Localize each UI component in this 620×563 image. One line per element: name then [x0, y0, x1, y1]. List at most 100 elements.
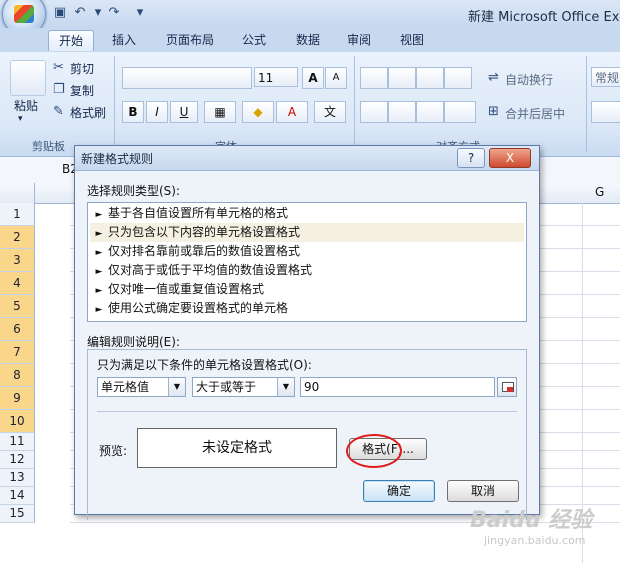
watermark-url: jingyan.baidu.com [484, 534, 586, 547]
font-color-icon[interactable]: A [276, 101, 308, 123]
column-header-g[interactable]: G [595, 185, 604, 199]
rule-type-text: 使用公式确定要设置格式的单元格 [108, 301, 289, 315]
tab-page-layout[interactable]: 页面布局 [156, 30, 224, 50]
phonetic-icon[interactable]: 文 [314, 101, 346, 123]
condition-value-input[interactable]: 90 [300, 377, 495, 397]
row-header[interactable]: 2 [0, 226, 35, 249]
number-format-combo[interactable]: 常规 [591, 67, 620, 87]
row-header[interactable]: 15 [0, 505, 35, 523]
redo-icon[interactable]: ↷ [106, 5, 122, 21]
rule-type-item-selected[interactable]: ► 只为包含以下内容的单元格设置格式 [90, 223, 524, 242]
align-bottom-icon[interactable] [416, 67, 444, 89]
row-header[interactable]: 13 [0, 469, 35, 487]
row-header[interactable]: 3 [0, 249, 35, 272]
tab-home[interactable]: 开始 [48, 30, 95, 51]
fill-color-icon[interactable]: ◆ [242, 101, 274, 123]
rule-type-item[interactable]: ► 仅对高于或低于平均值的数值设置格式 [90, 261, 524, 280]
font-size-combo[interactable]: 11 [254, 67, 298, 87]
align-middle-icon[interactable] [388, 67, 416, 89]
save-icon[interactable]: ▣ [52, 5, 68, 21]
shrink-font-icon[interactable]: A [325, 67, 347, 89]
row-header[interactable]: 5 [0, 295, 35, 318]
operator-combo[interactable]: 大于或等于 ▼ [192, 377, 295, 397]
arrow-right-icon: ► [95, 305, 103, 315]
align-right-icon[interactable] [416, 101, 444, 123]
rule-type-text: 仅对唯一值或重复值设置格式 [108, 282, 265, 296]
underline-icon[interactable]: U [170, 101, 198, 123]
help-button[interactable]: ? [457, 148, 485, 168]
paste-button[interactable]: 粘贴 [14, 97, 38, 114]
select-rule-type-label: 选择规则类型(S): [87, 184, 181, 198]
group-separator [354, 56, 355, 152]
rule-type-item[interactable]: ► 仅对唯一值或重复值设置格式 [90, 280, 524, 299]
tab-insert[interactable]: 插入 [102, 30, 146, 50]
preview-text: 未设定格式 [202, 440, 272, 456]
currency-icon[interactable] [591, 101, 620, 123]
cut-button[interactable]: 剪切 [70, 60, 94, 77]
rule-type-item[interactable]: ► 使用公式确定要设置格式的单元格 [90, 299, 524, 318]
ribbon-tabs: 开始 插入 页面布局 公式 数据 审阅 视图 [0, 28, 620, 52]
row-header[interactable]: 6 [0, 318, 35, 341]
wrap-text-icon: ⇌ [488, 70, 499, 85]
rule-type-text: 仅对排名靠前或靠后的数值设置格式 [108, 244, 301, 258]
tab-formulas[interactable]: 公式 [232, 30, 276, 50]
title-bar: ▣ ↶ ▾ ↷ ▾ 新建 Microsoft Office Exce [0, 0, 620, 36]
row-header[interactable]: 1 [0, 203, 35, 226]
select-all-corner[interactable] [0, 183, 35, 203]
tab-review[interactable]: 审阅 [337, 30, 381, 50]
rule-type-list[interactable]: ► 基于各自值设置所有单元格的格式 ► 只为包含以下内容的单元格设置格式 ► 仅对排名… [87, 202, 527, 322]
tab-data[interactable]: 数据 [286, 30, 330, 50]
rule-type-text: 仅对高于或低于平均值的数值设置格式 [108, 263, 313, 277]
tab-view[interactable]: 视图 [390, 30, 434, 50]
chevron-down-icon[interactable]: ▼ [168, 378, 185, 396]
office-logo-icon [14, 5, 34, 23]
rule-type-text: 基于各自值设置所有单元格的格式 [108, 206, 289, 220]
bold-icon[interactable]: B [122, 101, 144, 123]
dialog-title-bar[interactable]: 新建格式规则 ? X [75, 146, 539, 171]
row-header[interactable]: 10 [0, 410, 35, 433]
close-button[interactable]: X [489, 148, 531, 168]
paste-dropdown-icon[interactable]: ▾ [18, 114, 23, 124]
row-header[interactable]: 7 [0, 341, 35, 364]
qat-customize-icon[interactable]: ▾ [132, 5, 148, 21]
rule-type-text: 只为包含以下内容的单元格设置格式 [108, 225, 301, 239]
cell-value-text: 单元格值 [101, 380, 150, 394]
ok-button[interactable]: 确定 [363, 480, 435, 502]
chevron-down-icon[interactable]: ▼ [277, 378, 294, 396]
paste-icon[interactable] [10, 60, 46, 96]
row-header[interactable]: 9 [0, 387, 35, 410]
align-left-icon[interactable] [360, 101, 388, 123]
italic-icon[interactable]: I [146, 101, 168, 123]
merge-center-button[interactable]: 合并后居中 [505, 105, 565, 122]
range-selector-icon[interactable] [497, 377, 517, 397]
align-center-icon[interactable] [388, 101, 416, 123]
undo-icon[interactable]: ↶ [72, 5, 88, 21]
borders-icon[interactable]: ▦ [204, 101, 236, 123]
decrease-indent-icon[interactable] [444, 101, 476, 123]
format-preview: 未设定格式 [137, 428, 337, 468]
edit-rule-label: 编辑规则说明(E): [87, 335, 180, 349]
grow-font-icon[interactable]: A [302, 67, 324, 89]
row-header[interactable]: 14 [0, 487, 35, 505]
align-top-icon[interactable] [360, 67, 388, 89]
format-painter-button[interactable]: 格式刷 [70, 104, 106, 121]
orientation-icon[interactable] [444, 67, 472, 89]
divider [97, 411, 517, 412]
dialog-title: 新建格式规则 [81, 152, 154, 166]
wrap-text-button[interactable]: 自动换行 [505, 71, 553, 88]
copy-button[interactable]: 复制 [70, 82, 94, 99]
rule-type-item[interactable]: ► 基于各自值设置所有单元格的格式 [90, 204, 524, 223]
copy-icon[interactable]: ❐ [53, 82, 65, 97]
group-separator [114, 56, 115, 152]
row-header[interactable]: 12 [0, 451, 35, 469]
cell-value-combo[interactable]: 单元格值 ▼ [97, 377, 186, 397]
format-painter-icon[interactable]: ✎ [53, 104, 64, 119]
undo-dropdown-icon[interactable]: ▾ [90, 5, 106, 21]
rule-type-item[interactable]: ► 仅对排名靠前或靠后的数值设置格式 [90, 242, 524, 261]
row-header[interactable]: 4 [0, 272, 35, 295]
cut-icon[interactable]: ✂ [53, 60, 64, 75]
row-header[interactable]: 11 [0, 433, 35, 451]
font-name-combo[interactable] [122, 67, 252, 89]
row-header[interactable]: 8 [0, 364, 35, 387]
new-formatting-rule-dialog: 新建格式规则 ? X 选择规则类型(S): ► 基于各自值设置所有单元格的格式 ►… [74, 145, 540, 520]
